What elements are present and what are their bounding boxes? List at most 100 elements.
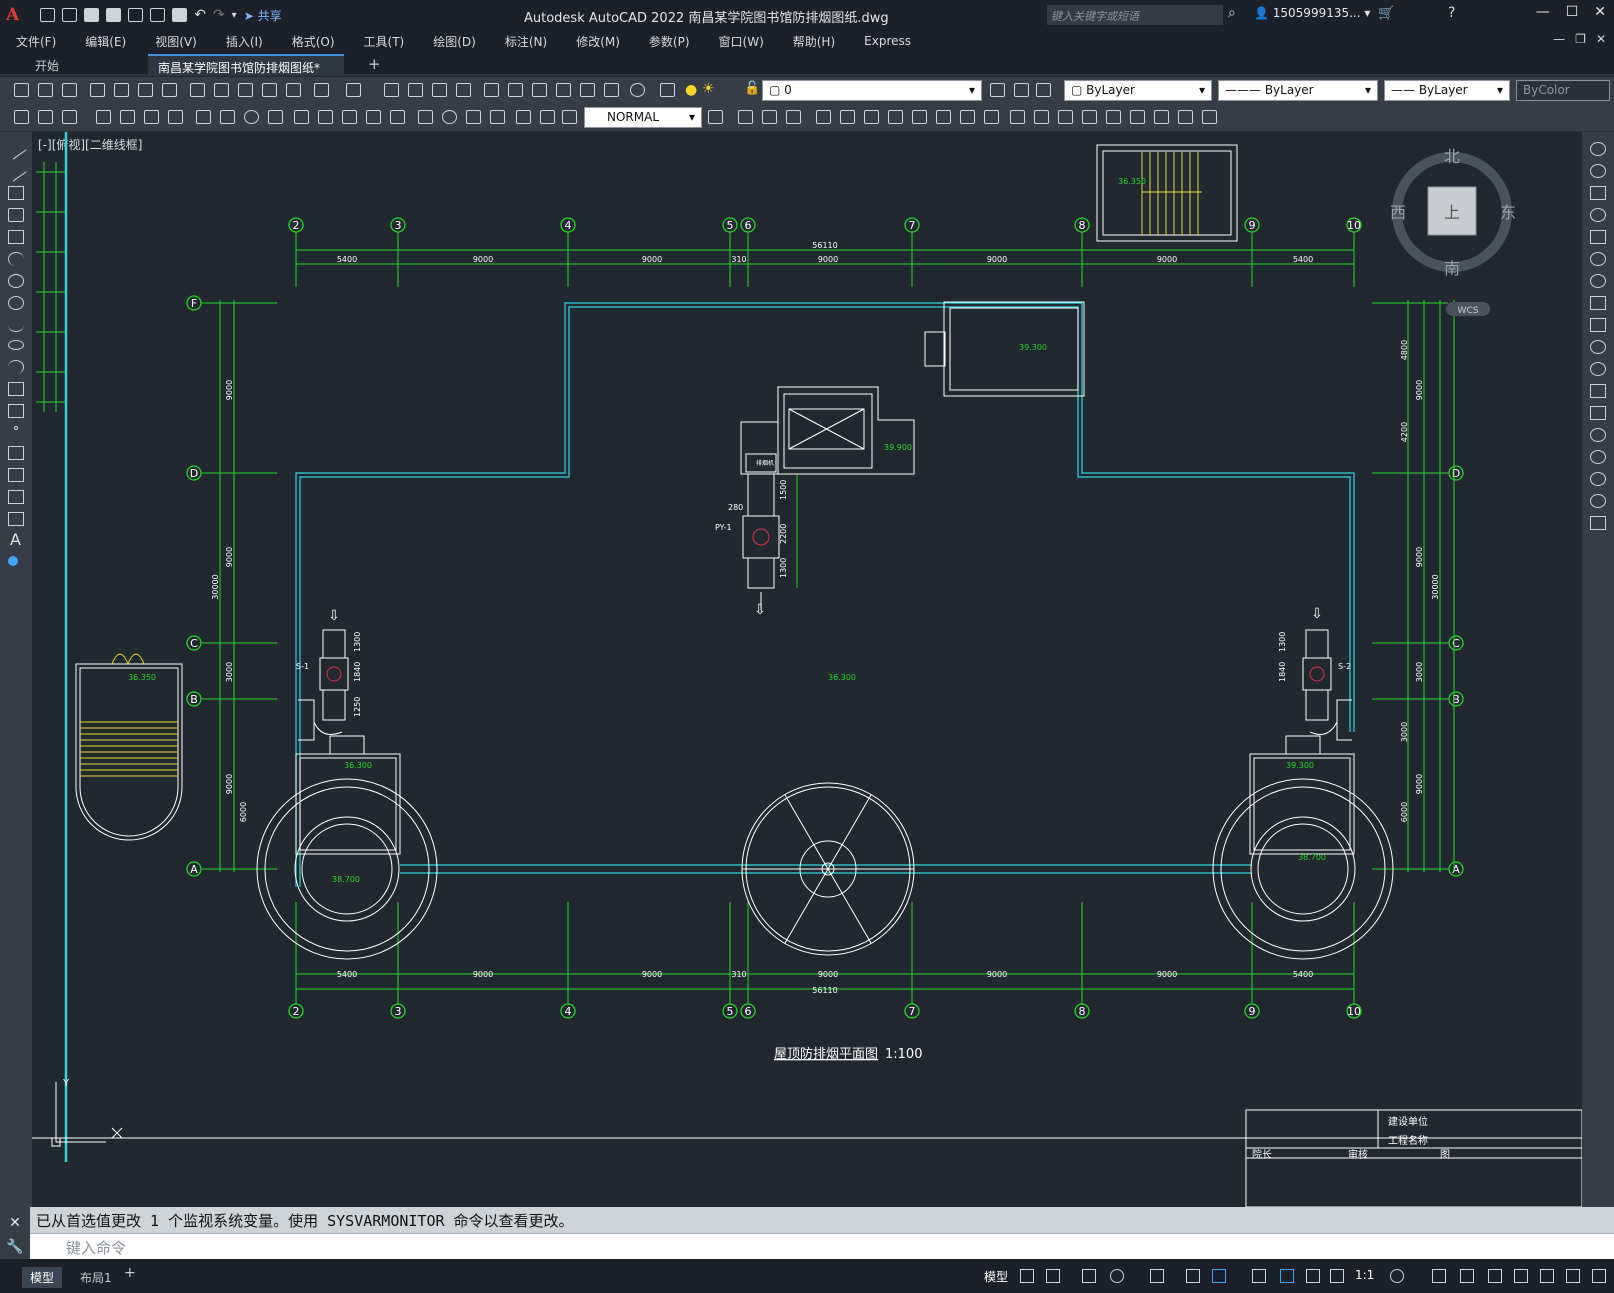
revcloud-icon[interactable] (8, 296, 24, 310)
blend-icon[interactable] (1590, 494, 1606, 508)
plot-icon[interactable] (90, 83, 105, 97)
break-icon[interactable] (1010, 110, 1025, 124)
zoom-previous-icon[interactable] (456, 83, 471, 97)
annotation-visibility-icon[interactable] (1280, 1269, 1294, 1283)
annotation-scale-value[interactable]: 1:1 (1355, 1268, 1374, 1282)
layer-states-icon[interactable] (1036, 83, 1051, 97)
layer-dropdown[interactable]: ▢ 0 ▾ (762, 80, 982, 101)
tab-drawing[interactable]: 南昌某学院图书馆防排烟图纸* ✕ (148, 54, 344, 90)
markup-icon[interactable] (580, 83, 595, 97)
help-icon[interactable] (630, 83, 645, 97)
minimize-button[interactable]: — (1536, 4, 1550, 20)
break-icon[interactable] (1590, 406, 1606, 420)
erase-icon[interactable] (1590, 142, 1606, 156)
hatchedit-icon[interactable] (1202, 110, 1217, 124)
search-input[interactable]: 键入关键字或短语 (1047, 5, 1223, 25)
3d-print-icon[interactable] (162, 83, 177, 97)
array-icon[interactable] (816, 110, 831, 124)
table-icon[interactable] (8, 512, 24, 526)
menu-tools[interactable]: 工具(T) (364, 33, 405, 50)
explode-icon[interactable] (1130, 110, 1145, 124)
search-icon[interactable]: ⌕ (1228, 5, 1236, 21)
make-block-icon[interactable] (8, 404, 24, 418)
inspection-icon[interactable] (466, 110, 481, 124)
move-icon[interactable] (1590, 252, 1606, 266)
redo-icon[interactable]: ↷ (213, 7, 225, 23)
trim-icon[interactable] (960, 110, 975, 124)
dim-jogged-icon[interactable] (220, 110, 235, 124)
share-button[interactable]: ➤ 共享 (244, 7, 282, 24)
maximize-button[interactable]: ☐ (1566, 4, 1579, 20)
mtext-icon[interactable]: A (10, 530, 21, 549)
properties-icon[interactable] (484, 83, 499, 97)
menu-dimension[interactable]: 标注(N) (505, 33, 547, 50)
doc-close-button[interactable]: ✕ (1596, 32, 1606, 46)
chamfer-icon[interactable] (1058, 110, 1073, 124)
copy-icon[interactable] (214, 83, 229, 97)
fillet-icon[interactable] (1590, 472, 1606, 486)
model-space-button[interactable]: 模型 (984, 1268, 1008, 1285)
layer-match-icon[interactable] (38, 110, 53, 124)
plus-icon[interactable] (1432, 1269, 1446, 1283)
menu-express[interactable]: Express (864, 34, 911, 48)
dim-edit-icon[interactable] (516, 110, 531, 124)
plot-preview-icon[interactable] (114, 83, 129, 97)
dimstyle-dropdown[interactable]: NORMAL ▾ (584, 107, 702, 128)
menu-parameter[interactable]: 参数(P) (649, 33, 690, 50)
menu-view[interactable]: 视图(V) (155, 33, 197, 50)
block-edit-icon[interactable] (286, 83, 301, 97)
units-icon[interactable] (1460, 1269, 1474, 1283)
match-icon[interactable] (14, 110, 29, 124)
splinedit-icon[interactable] (1178, 110, 1193, 124)
make-current-icon[interactable] (990, 83, 1005, 97)
extend-icon[interactable] (1590, 362, 1606, 376)
doc-minimize-button[interactable]: — (1553, 32, 1565, 46)
user-account[interactable]: 👤 1505999135... ▾ (1254, 6, 1370, 20)
save-icon[interactable] (62, 83, 77, 97)
explode-icon[interactable] (1590, 516, 1606, 530)
ellipse-icon[interactable] (8, 340, 24, 350)
publish-icon[interactable] (138, 83, 153, 97)
array-icon[interactable] (1590, 230, 1606, 244)
plotstyle-dropdown[interactable]: ByColor (1516, 80, 1610, 101)
ellipse-arc-icon[interactable] (8, 360, 24, 374)
add-selected-icon[interactable] (8, 556, 18, 566)
offset-icon[interactable] (786, 110, 801, 124)
gradient-icon[interactable] (8, 468, 24, 482)
dim-update-icon[interactable] (562, 110, 577, 124)
dim-angular-icon[interactable] (268, 110, 283, 124)
isodraft-icon[interactable] (1150, 1269, 1164, 1283)
dim-linear-icon[interactable] (96, 110, 111, 124)
copy-icon[interactable] (1590, 164, 1606, 178)
region-icon[interactable] (8, 490, 24, 504)
dim-continue-icon[interactable] (342, 110, 357, 124)
undo-icon[interactable]: ↶ (194, 7, 206, 23)
snap-icon[interactable] (1046, 1269, 1060, 1283)
customize-icon[interactable] (1592, 1269, 1606, 1283)
isolate-objects-icon[interactable] (1540, 1269, 1554, 1283)
layer-iso-icon[interactable] (62, 110, 77, 124)
stretch-icon[interactable] (1590, 318, 1606, 332)
quick-properties-icon[interactable] (1488, 1269, 1502, 1283)
layer-previous-icon[interactable] (1014, 83, 1029, 97)
annotation-scale-icon[interactable] (1330, 1269, 1344, 1283)
blend-icon[interactable] (1106, 110, 1121, 124)
jogged-linear-icon[interactable] (490, 110, 505, 124)
save-icon[interactable] (84, 8, 100, 22)
command-input[interactable]: 键入命令 (30, 1233, 1614, 1259)
zoom-realtime-icon[interactable] (408, 83, 423, 97)
gear-icon[interactable] (1390, 1269, 1404, 1283)
drawing-canvas[interactable]: [-][俯视][二维线框] 2 3 4 5 6 7 8 9 10 2 3 4 5… (32, 132, 1582, 1207)
trim-icon[interactable] (1590, 340, 1606, 354)
move-icon[interactable] (840, 110, 855, 124)
layout-tab-model[interactable]: 模型 (22, 1267, 63, 1288)
dim-baseline-icon[interactable] (318, 110, 333, 124)
close-icon[interactable]: ✕ (0, 1215, 30, 1231)
tool-palette-icon[interactable] (532, 83, 547, 97)
dim-text-edit-icon[interactable] (540, 110, 555, 124)
polygon-icon[interactable] (8, 208, 24, 222)
extend-icon[interactable] (984, 110, 999, 124)
rotate-icon[interactable] (1590, 274, 1606, 288)
app-logo[interactable]: A (6, 5, 19, 25)
sun-icon[interactable]: ☀ (702, 81, 715, 97)
